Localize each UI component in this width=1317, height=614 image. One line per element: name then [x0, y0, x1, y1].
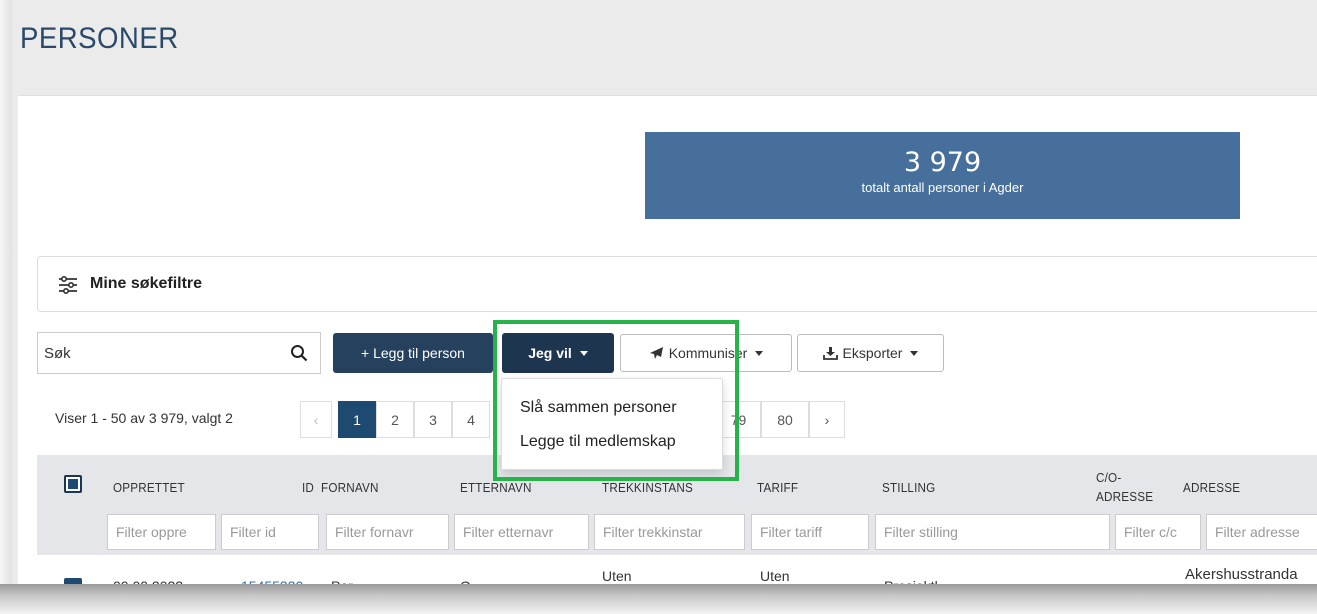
column-header-tariff[interactable]: TARIFF: [757, 480, 798, 495]
total-persons-label: totalt antall personer i Agder: [861, 180, 1024, 195]
search-box: [37, 332, 321, 374]
pagination-page[interactable]: 4: [452, 401, 490, 438]
sliders-icon: [59, 276, 77, 294]
jeg-vil-label: Jeg vil: [528, 345, 572, 361]
menu-item-add-membership[interactable]: Legge til medlemskap: [502, 425, 722, 459]
paper-plane-icon: [649, 347, 663, 359]
download-icon: [822, 347, 838, 360]
column-header-co-line2[interactable]: ADRESSE: [1096, 489, 1153, 504]
column-header-etternavn[interactable]: ETTERNAVN: [460, 480, 532, 495]
results-summary: Viser 1 - 50 av 3 979, valgt 2: [55, 410, 233, 426]
cell-trekkinstans: Uten: [602, 568, 632, 584]
filter-opprettet-input[interactable]: [107, 514, 216, 550]
saved-filters-title: Mine søkefiltre: [90, 275, 203, 292]
select-all-checkbox[interactable]: [64, 475, 82, 493]
search-icon[interactable]: [290, 344, 308, 362]
eksporter-button[interactable]: Eksporter: [797, 334, 944, 372]
saved-filters-bar[interactable]: Mine søkefiltre: [37, 256, 1317, 312]
kommuniser-label: Kommuniser: [668, 345, 748, 361]
filter-tariff-input[interactable]: [751, 514, 869, 550]
menu-item-merge-persons[interactable]: Slå sammen personer: [502, 391, 722, 425]
pagination-page[interactable]: 80: [761, 401, 809, 438]
caret-down-icon: [579, 350, 588, 356]
page-title: PERSONER: [20, 22, 179, 55]
window-shadow: [0, 584, 1317, 614]
search-input[interactable]: [38, 333, 278, 373]
jeg-vil-dropdown-menu: Slå sammen personer Legge til medlemskap: [501, 378, 723, 470]
column-header-co[interactable]: C/O-: [1096, 470, 1121, 485]
add-person-button[interactable]: + Legg til person: [333, 333, 493, 373]
filter-co-input[interactable]: [1115, 514, 1201, 550]
filter-fornavn-input[interactable]: [326, 514, 449, 550]
filter-adresse-input[interactable]: [1206, 514, 1317, 550]
total-persons-number: 3 979: [903, 147, 982, 178]
kommuniser-button[interactable]: Kommuniser: [620, 334, 792, 372]
filter-stilling-input[interactable]: [875, 514, 1110, 550]
screen: PERSONER 3 979 totalt antall personer i …: [0, 0, 1317, 614]
column-header-stilling[interactable]: STILLING: [882, 480, 935, 495]
filter-etternavn-input[interactable]: [454, 514, 589, 550]
cell-adresse: Akershusstranda: [1185, 566, 1298, 583]
column-header-trekkinstans[interactable]: TREKKINSTANS: [602, 480, 693, 495]
pagination-next[interactable]: ›: [809, 401, 845, 438]
jeg-vil-button[interactable]: Jeg vil: [502, 333, 614, 373]
eksporter-label: Eksporter: [842, 345, 903, 361]
pagination-prev[interactable]: ‹: [300, 401, 332, 438]
add-person-label: + Legg til person: [361, 345, 465, 361]
caret-down-icon: [910, 350, 919, 356]
pagination-page[interactable]: 3: [414, 401, 452, 438]
caret-down-icon: [755, 350, 764, 356]
window-edge: [0, 0, 12, 590]
total-persons-card: 3 979 totalt antall personer i Agder: [645, 132, 1240, 219]
column-header-id[interactable]: ID: [302, 480, 314, 495]
filter-id-input[interactable]: [221, 514, 319, 550]
column-header-fornavn[interactable]: FORNAVN: [321, 480, 379, 495]
pagination-page[interactable]: 2: [376, 401, 414, 438]
cell-tariff: Uten: [760, 568, 790, 584]
filter-trekkinstans-input[interactable]: [594, 514, 745, 550]
column-header-adresse[interactable]: ADRESSE: [1183, 480, 1240, 495]
column-header-opprettet[interactable]: OPPRETTET: [113, 480, 185, 495]
pagination-page[interactable]: 1: [338, 401, 376, 438]
